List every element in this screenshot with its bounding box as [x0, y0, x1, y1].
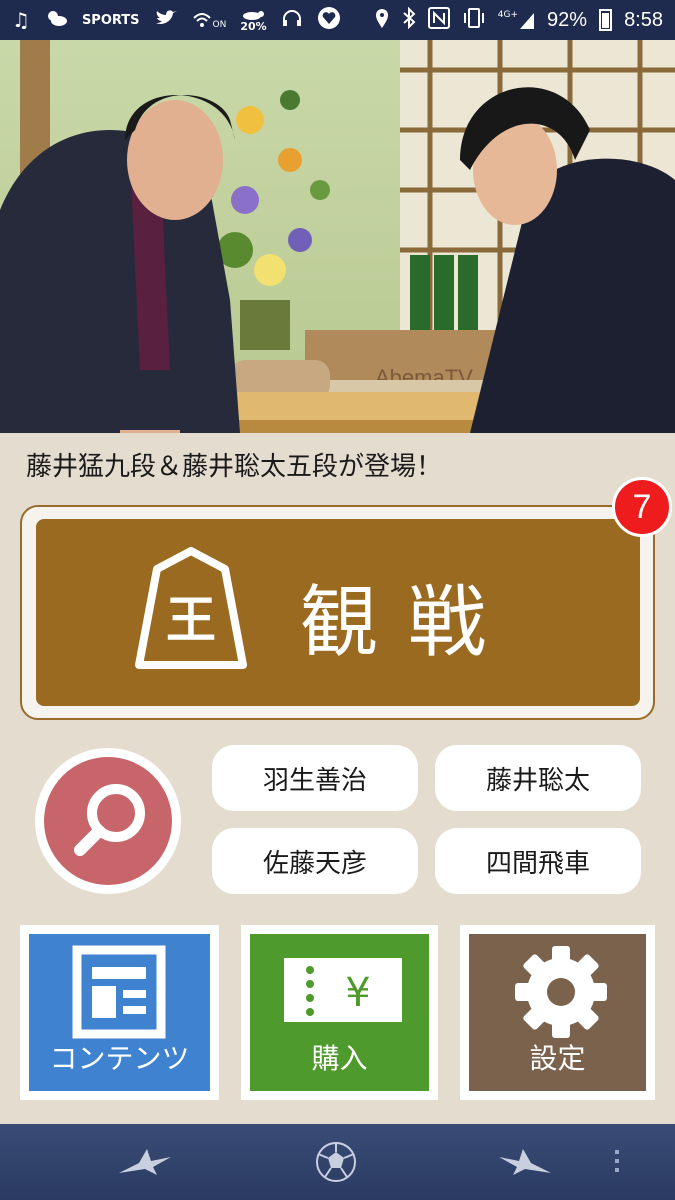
nav-left-button[interactable]: [105, 1124, 185, 1200]
svg-text:王: 王: [166, 591, 216, 649]
nav-right-button[interactable]: [485, 1124, 565, 1200]
clock: 8:58: [624, 8, 663, 31]
featured-banner-image[interactable]: AbemaTV: [0, 40, 675, 433]
sports-app-icon: SPORTS: [81, 12, 140, 28]
music-icon: ♫: [12, 8, 30, 32]
battery-percent: 92%: [547, 8, 588, 31]
soccer-ball-icon: [316, 1142, 356, 1182]
wifi-call-icon: ON: [192, 10, 226, 30]
ticket-icon: ¥: [284, 958, 402, 1022]
search-button[interactable]: [35, 748, 181, 894]
bottom-nav-bar: [0, 1124, 675, 1200]
nav-center-button[interactable]: [296, 1124, 376, 1200]
document-icon: [72, 945, 166, 1039]
search-icon: [74, 784, 145, 856]
nfc-icon: [427, 7, 450, 33]
contents-tile[interactable]: コンテンツ: [20, 925, 219, 1100]
search-tag[interactable]: 四間飛車: [435, 828, 641, 894]
purchase-label: 購入: [311, 1042, 368, 1075]
shogi-koma-icon: 王: [135, 547, 247, 673]
search-tag[interactable]: 藤井聡太: [435, 745, 641, 811]
settings-tile[interactable]: 設定: [460, 925, 655, 1100]
contents-label: コンテンツ: [49, 1042, 190, 1075]
notification-badge: 7: [612, 477, 672, 537]
location-icon: [374, 7, 390, 33]
watch-label: 観戦: [300, 578, 517, 668]
banner-headline[interactable]: 藤井猛九段＆藤井聡太五段が登場！: [26, 446, 442, 483]
svg-text:¥: ¥: [345, 970, 370, 1016]
purchase-tile[interactable]: ¥ 購入: [241, 925, 438, 1100]
weather-icon: [44, 8, 68, 32]
bird-right-icon: [499, 1149, 551, 1175]
signal-icon: 4G+: [498, 10, 535, 30]
gear-icon: [515, 946, 607, 1038]
search-tag[interactable]: 羽生善治: [212, 745, 418, 811]
vibrate-icon: [462, 7, 486, 33]
twitter-icon: [154, 8, 178, 32]
bluetooth-icon: [402, 6, 416, 33]
headphones-icon: [281, 8, 303, 32]
more-menu-icon[interactable]: [615, 1150, 623, 1172]
settings-label: 設定: [529, 1042, 586, 1075]
battery-icon: [599, 9, 613, 31]
heart-app-icon: [317, 6, 341, 34]
search-tag[interactable]: 佐藤天彦: [212, 828, 418, 894]
weather-percent-icon: 20%: [240, 9, 267, 32]
status-bar: ♫ SPORTS ON 20% 4G+ 92% 8:58: [0, 0, 675, 40]
bird-left-icon: [119, 1149, 171, 1175]
